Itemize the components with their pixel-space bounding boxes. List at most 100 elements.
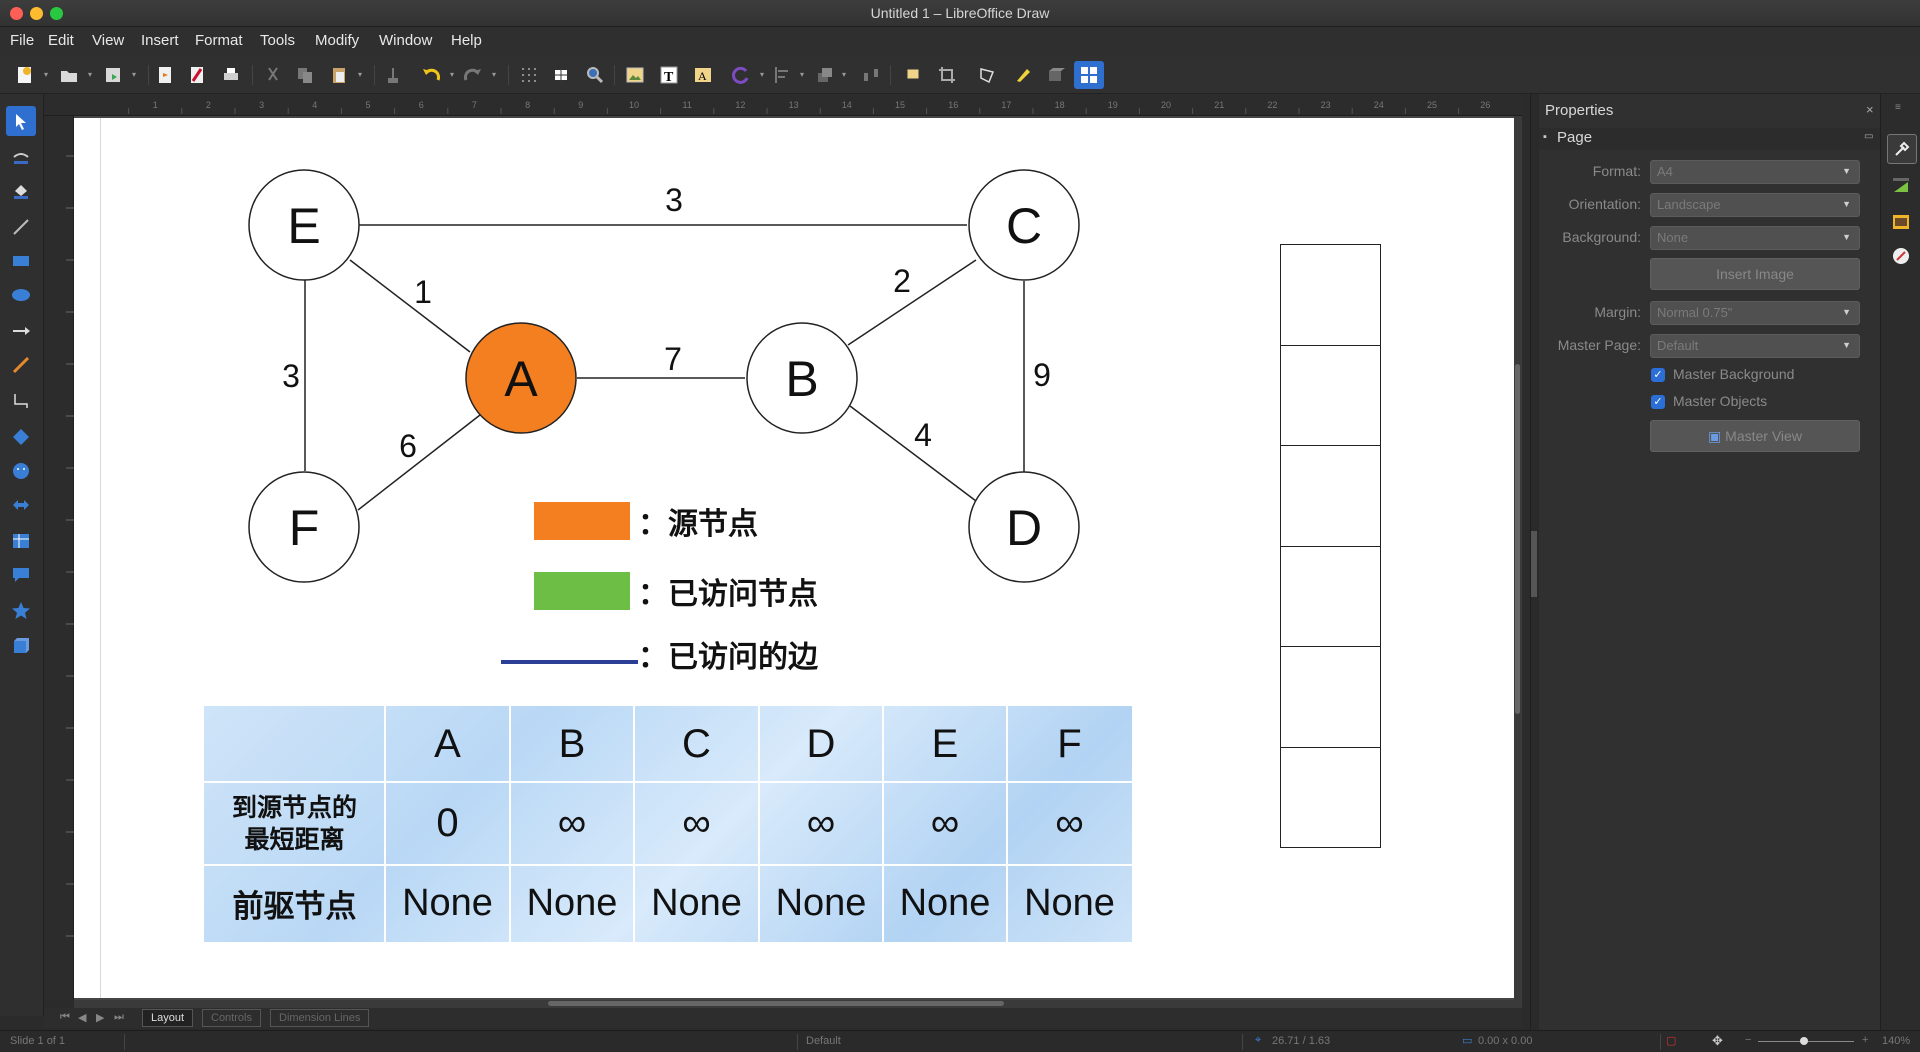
margin-value: Normal 0.75" xyxy=(1657,305,1733,320)
background-select[interactable]: None ▼ xyxy=(1650,226,1860,250)
object-size: 0.00 x 0.00 xyxy=(1478,1035,1533,1047)
master-page-select[interactable]: Default ▼ xyxy=(1650,334,1860,358)
master-page-value: Default xyxy=(1657,338,1699,353)
layout-name: Default xyxy=(806,1035,841,1047)
weight-b-d: 4 xyxy=(914,417,932,453)
table-header-e: E xyxy=(931,721,959,766)
weight-a-f: 6 xyxy=(399,428,417,464)
legend-source-swatch xyxy=(534,502,630,540)
prev-slide-icon[interactable]: ◀ xyxy=(78,1011,86,1024)
queue-cell[interactable] xyxy=(1281,647,1380,748)
chevron-down-icon: ▼ xyxy=(1842,340,1851,350)
position-icon: ⌖ xyxy=(1255,1034,1262,1046)
predecessor-d: None xyxy=(775,882,867,924)
row-label-line1: 到源节点的 xyxy=(231,792,357,822)
node-b-label: B xyxy=(785,351,818,407)
legend-visited-node-label: ：已访问节点 xyxy=(638,577,818,612)
legend-visited-swatch xyxy=(534,572,630,610)
weight-a-b: 7 xyxy=(664,341,682,377)
table-header-d: D xyxy=(806,721,836,766)
master-view-icon: ▣ xyxy=(1708,428,1722,444)
distance-e: ∞ xyxy=(930,801,960,845)
gallery-deck-icon[interactable] xyxy=(1891,212,1911,237)
size-icon: ▭ xyxy=(1462,1035,1473,1047)
queue-cell[interactable] xyxy=(1281,346,1380,447)
margin-label: Margin: xyxy=(1594,304,1641,320)
margin-select[interactable]: Normal 0.75" ▼ xyxy=(1650,301,1860,325)
table-header-c: C xyxy=(682,721,711,766)
master-view-button[interactable]: ▣ Master View xyxy=(1650,420,1860,452)
queue-cell[interactable] xyxy=(1281,245,1380,346)
weight-c-b: 2 xyxy=(893,263,911,299)
master-objects-label: Master Objects xyxy=(1673,393,1768,409)
node-c-label: C xyxy=(1006,198,1042,254)
styles-deck-icon[interactable] xyxy=(1891,174,1911,199)
tab-layout[interactable]: Layout xyxy=(142,1009,194,1027)
properties-deck-icon[interactable] xyxy=(1887,134,1917,164)
last-slide-icon[interactable]: ⏭ xyxy=(114,1011,124,1024)
master-background-label: Master Background xyxy=(1673,366,1795,382)
distance-table[interactable]: A B C D E F 到源节点的 最短距离 0 ∞ ∞ ∞ ∞ ∞ 前驱节点 … xyxy=(204,706,1132,942)
first-slide-icon[interactable]: ⏮ xyxy=(60,1011,70,1024)
section-more-icon[interactable]: ▭ xyxy=(1864,131,1873,142)
tab-controls[interactable]: Controls xyxy=(202,1009,261,1027)
queue-box[interactable] xyxy=(1280,244,1381,848)
table-header-a: A xyxy=(434,721,461,766)
chevron-down-icon: ▼ xyxy=(1842,232,1851,242)
queue-cell[interactable] xyxy=(1281,446,1380,547)
tab-dimension-lines[interactable]: Dimension Lines xyxy=(270,1009,370,1027)
node-a-label: A xyxy=(504,351,538,407)
master-objects-checkbox[interactable]: ✓ xyxy=(1651,395,1665,409)
edge-c-b xyxy=(847,259,977,346)
fit-page-icon[interactable]: ✥ xyxy=(1712,1033,1723,1049)
status-bar: Slide 1 of 1 Default ⌖ 26.71 / 1.63 ▭ 0.… xyxy=(0,1030,1920,1052)
weight-e-f: 3 xyxy=(282,358,300,394)
legend-source-label: ：源节点 xyxy=(638,507,758,542)
chevron-down-icon: ▼ xyxy=(1842,166,1851,176)
edge-a-f xyxy=(357,414,481,511)
predecessor-f: None xyxy=(1024,882,1115,924)
chevron-down-icon: ▼ xyxy=(1842,199,1851,209)
table-header-b: B xyxy=(558,721,586,766)
queue-cell[interactable] xyxy=(1281,748,1380,849)
row-label-line2: 最短距离 xyxy=(244,824,345,854)
zoom-out-icon[interactable]: − xyxy=(1745,1034,1751,1046)
orientation-select[interactable]: Landscape ▼ xyxy=(1650,193,1860,217)
sidebar-title: Properties xyxy=(1545,102,1614,119)
queue-cell[interactable] xyxy=(1281,547,1380,648)
master-view-label: Master View xyxy=(1725,428,1802,444)
row-predecessor-label: 前驱节点 xyxy=(232,889,357,925)
insert-image-button[interactable]: Insert Image xyxy=(1650,258,1860,290)
distance-b: ∞ xyxy=(557,801,587,845)
node-d-label: D xyxy=(1006,500,1042,556)
edge-e-a xyxy=(349,259,471,353)
format-select[interactable]: A4 ▼ xyxy=(1650,160,1860,184)
legend-visited-edge-label: ：已访问的边 xyxy=(638,640,819,675)
format-value: A4 xyxy=(1657,164,1673,179)
predecessor-c: None xyxy=(651,882,742,924)
weight-e-c: 3 xyxy=(665,182,683,218)
edge-b-d xyxy=(849,405,977,502)
orientation-value: Landscape xyxy=(1657,197,1721,212)
sidebar-collapse-handle[interactable] xyxy=(1531,531,1537,597)
master-page-label: Master Page: xyxy=(1557,337,1641,353)
weight-e-a: 1 xyxy=(414,274,432,310)
master-background-checkbox[interactable]: ✓ xyxy=(1651,368,1665,382)
row-shortest-distance-label: 到源节点的 最短距离 xyxy=(204,782,385,865)
predecessor-a: None xyxy=(402,882,493,924)
section-page-title: Page xyxy=(1557,129,1593,146)
node-f-label: F xyxy=(289,500,320,556)
next-slide-icon[interactable]: ▶ xyxy=(96,1011,104,1024)
chevron-down-icon: ▼ xyxy=(1842,307,1851,317)
predecessor-e: None xyxy=(899,882,991,924)
vertical-scrollbar[interactable] xyxy=(1514,116,1522,1000)
sidebar-close-icon[interactable]: × xyxy=(1866,102,1874,117)
navigator-deck-icon[interactable] xyxy=(1891,246,1911,271)
zoom-level[interactable]: 140% xyxy=(1882,1035,1910,1047)
sidebar-menu-icon[interactable]: ≡ xyxy=(1895,102,1901,113)
weight-c-d: 9 xyxy=(1033,357,1051,393)
section-collapse-icon[interactable]: ▪ xyxy=(1543,131,1547,143)
horizontal-scrollbar[interactable] xyxy=(74,1000,1522,1008)
zoom-in-icon[interactable]: + xyxy=(1862,1034,1868,1046)
zoom-slider-handle[interactable] xyxy=(1800,1037,1808,1045)
